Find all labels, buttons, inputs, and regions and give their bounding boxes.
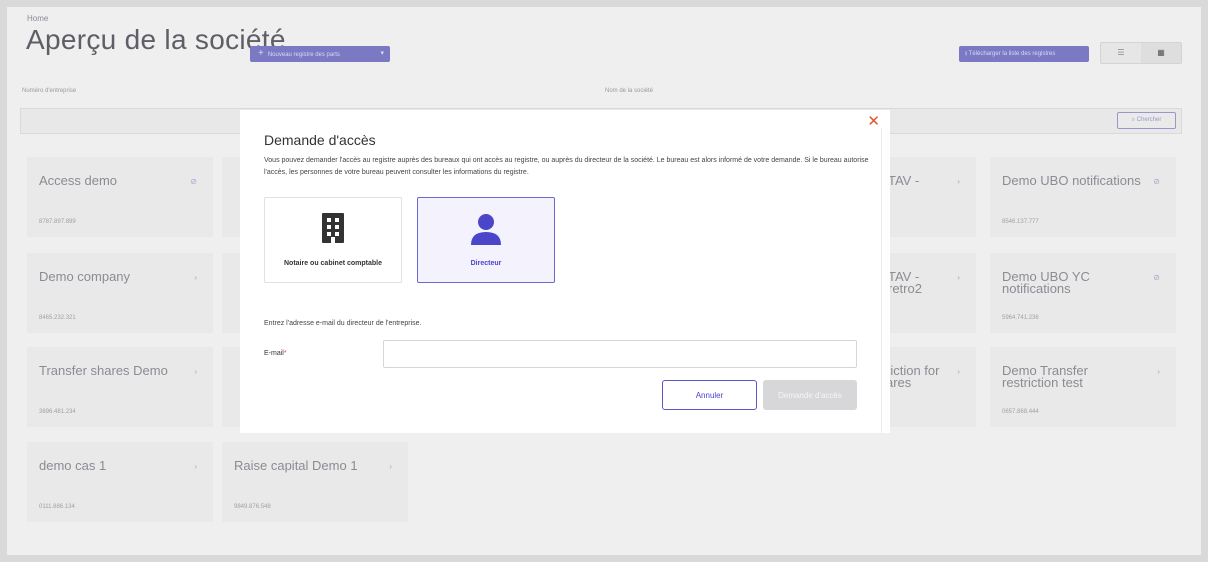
request-access-button[interactable]: Demande d'accès (763, 380, 857, 410)
email-label-text: E-mail (264, 350, 284, 357)
modal-description: Vous pouvez demander l'accès au registre… (264, 157, 869, 176)
close-icon[interactable]: ✕ (867, 112, 880, 130)
email-field[interactable] (383, 340, 857, 368)
option-notary-label: Notaire ou cabinet comptable (283, 260, 383, 267)
option-notary[interactable]: Notaire ou cabinet comptable (264, 197, 402, 283)
access-request-modal: ✕ Demande d'accès Vous pouvez demander l… (240, 110, 890, 433)
cancel-button[interactable]: Annuler (662, 380, 757, 410)
option-director-label: Directeur (470, 260, 502, 267)
person-icon (471, 213, 501, 250)
email-hint: Entrez l'adresse e-mail du directeur de … (264, 320, 422, 327)
building-icon (322, 213, 344, 248)
modal-scrollbar[interactable] (881, 128, 882, 433)
option-director[interactable]: Directeur (417, 197, 555, 283)
email-label: E-mail* (264, 350, 287, 357)
required-marker: * (283, 350, 287, 357)
modal-title: Demande d'accès (264, 132, 376, 148)
